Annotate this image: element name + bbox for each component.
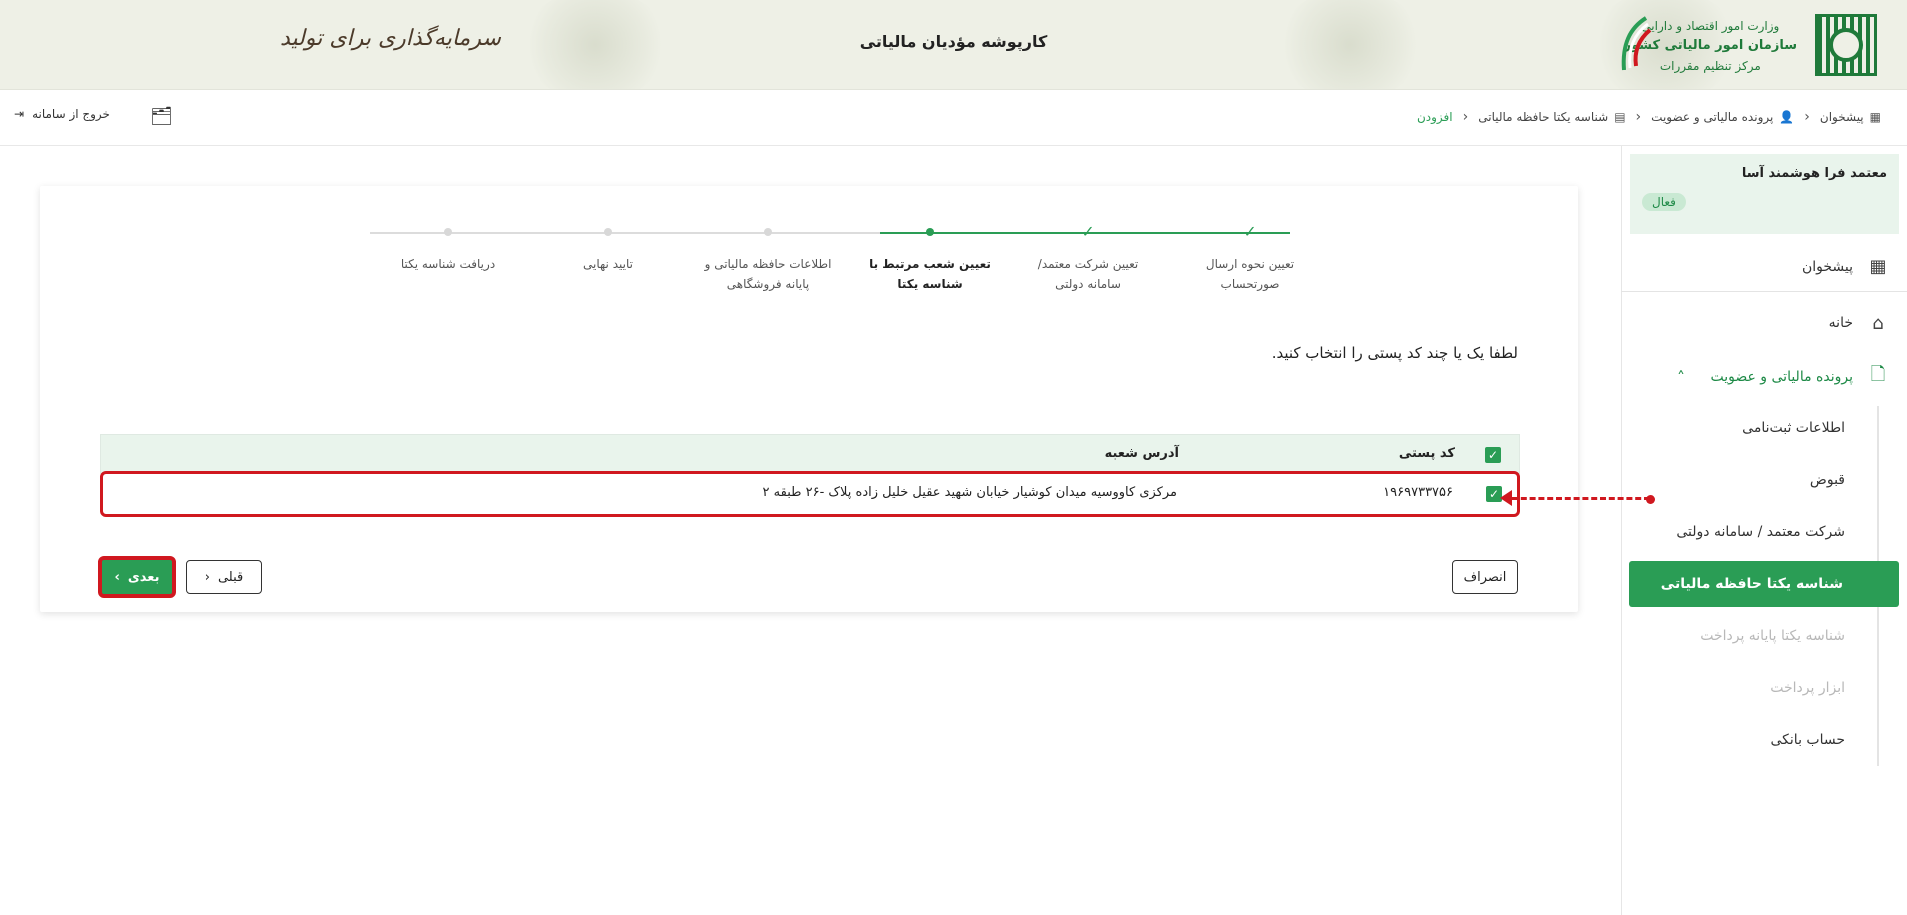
column-header-postal: کد پستی [1398,446,1455,461]
chevron-left-icon: ‹ [1804,109,1810,125]
submenu-bank-account[interactable]: حساب بانکی [1771,732,1846,748]
main-card: ✓ ✓ تعیین نحوه ارسال صورتحساب تعیین شرکت… [40,186,1578,612]
step-pending-dot [764,228,772,236]
submenu-bills[interactable]: قبوض [1810,472,1845,488]
home-icon: ⌂ [1872,312,1884,334]
sidebar-item-dashboard[interactable]: ▦ پیشخوان [1621,242,1907,292]
annotation-arrow-line [1512,497,1650,500]
step-pending-dot [444,228,452,236]
submenu-payment-tools: ابزار پرداخت [1770,680,1845,696]
address-cell: مرکزی کاووسیه میدان کوشیار خیابان شهید ع… [762,485,1177,500]
check-icon: ✓ [1243,222,1257,241]
sidebar-item-tax-file[interactable]: 🗋 پرونده مالیاتی و عضویت ˄ [1621,352,1907,402]
wizard-stepper: ✓ ✓ تعیین نحوه ارسال صورتحساب تعیین شرکت… [370,222,1294,306]
submenu-trusted-company[interactable]: شرکت معتمد / سامانه دولتی [1676,524,1845,540]
select-all-checkbox[interactable]: ✓ [1485,447,1501,463]
chevron-left-icon: ‹ [1462,109,1469,125]
chevron-up-icon[interactable]: ˄ [1677,368,1685,387]
breadcrumb: ▦ پیشخوان ‹ 👤 پرونده مالیاتی و عضویت ‹ ▤… [1417,109,1881,125]
branch-table: ✓ کد پستی آدرس شعبه ✓ ۱۹۶۹۷۳۳۷۵۶ مرکزی ک… [100,434,1520,517]
column-header-address: آدرس شعبه [1104,446,1179,461]
sidebar: معتمد فرا هوشمند آسا فعال ▦ پیشخوان ⌂ خا… [1621,146,1907,915]
sidebar-item-label: پرونده مالیاتی و عضویت [1710,369,1853,385]
table-row[interactable]: ✓ ۱۹۶۹۷۳۳۷۵۶ مرکزی کاووسیه میدان کوشیار … [100,471,1520,517]
sidebar-item-label: پیشخوان [1801,258,1853,275]
app-header: وزارت امور اقتصاد و دارایی سازمان امور م… [0,0,1907,90]
breadcrumb-item[interactable]: شناسه یکتا حافظه مالیاتی [1478,110,1608,124]
exit-button[interactable]: خروج از سامانه ⇥ [14,107,110,121]
table-header: ✓ کد پستی آدرس شعبه [100,434,1520,474]
next-button[interactable]: بعدی › [98,556,176,598]
user-folder-icon[interactable]: 🗂 [150,106,173,127]
chevron-left-icon: › [114,569,120,585]
cancel-label: انصراف [1463,569,1507,585]
top-bar: ▦ پیشخوان ‹ 👤 پرونده مالیاتی و عضویت ‹ ▤… [0,90,1907,146]
step-label: تعیین شرکت معتمد/سامانه دولتی [1037,257,1139,291]
step-pending-dot [604,228,612,236]
company-card: معتمد فرا هوشمند آسا فعال [1630,154,1899,234]
cancel-button[interactable]: انصراف [1452,560,1518,594]
user-icon: 👤 [1779,110,1795,124]
submenu-registration-info[interactable]: اطلاعات ثبت‌نامی [1742,420,1845,436]
previous-button[interactable]: قبلی ‹ [186,560,262,594]
chevron-left-icon: ‹ [1635,109,1642,125]
step-current-dot [926,228,934,236]
slogan-calligraphy: سرمایه‌گذاری برای تولید [280,26,501,51]
breadcrumb-item[interactable]: پیشخوان [1820,110,1864,124]
next-label: بعدی [127,569,160,585]
instruction-text: لطفا یک یا چند کد پستی را انتخاب کنید. [1271,344,1518,362]
dashboard-icon: ▦ [1869,110,1881,124]
submenu-payment-terminal-id: شناسه یکتا پایانه پرداخت [1700,628,1845,644]
step-label: دریافت شناسه یکتا [400,257,496,271]
dashboard-icon: ▦ [1869,256,1887,277]
logout-icon: ⇥ [14,107,25,121]
check-icon: ✓ [1081,222,1095,241]
register-icon: ▤ [1614,110,1626,124]
step-label-current: تعیین شعب مرتبط با شناسه یکتا [869,257,991,291]
sidebar-item-home[interactable]: ⌂ خانه [1621,298,1907,348]
step-label: تایید نهایی [583,257,633,271]
document-icon: 🗋 [1870,364,1886,385]
chevron-left-icon: ‹ [204,569,210,585]
status-badge: فعال [1642,193,1686,211]
breadcrumb-current: افزودن [1416,110,1453,124]
submenu-memory-unique-id[interactable]: شناسه یکتا حافظه مالیاتی [1629,561,1899,607]
postal-code-cell: ۱۹۶۹۷۳۳۷۵۶ [1383,485,1453,500]
company-name: معتمد فرا هوشمند آسا [1741,166,1887,181]
breadcrumb-item[interactable]: پرونده مالیاتی و عضویت [1651,110,1773,124]
exit-label: خروج از سامانه [32,107,110,121]
previous-label: قبلی [217,569,244,585]
step-label: اطلاعات حافظه مالیاتی و پایانه فروشگاهی [704,257,832,291]
sidebar-item-label: خانه [1828,315,1853,331]
step-label: تعیین نحوه ارسال صورتحساب [1205,257,1295,291]
annotation-arrow-head [1500,490,1512,506]
